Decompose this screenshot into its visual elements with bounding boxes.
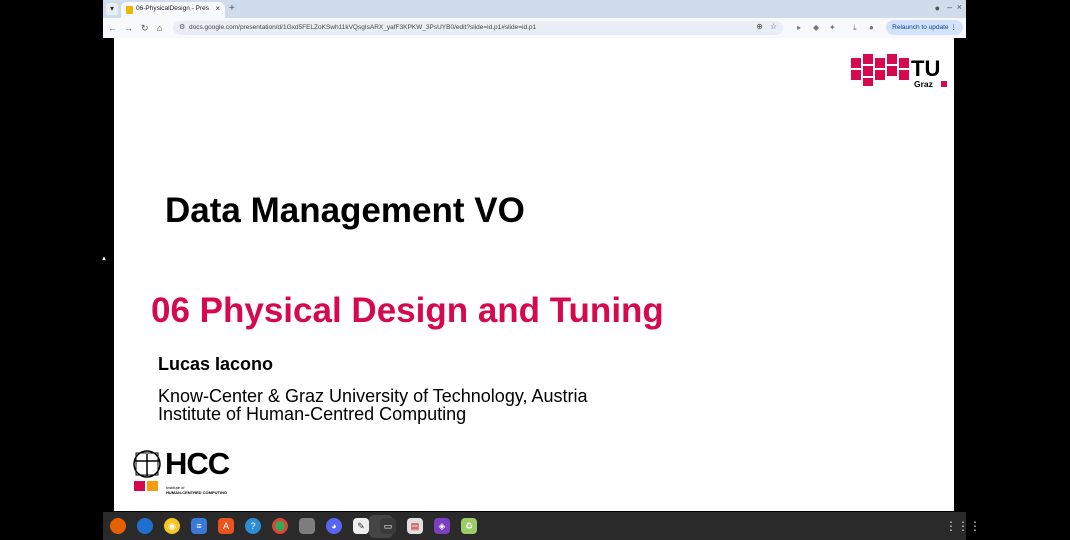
forward-icon[interactable]: →: [124, 22, 133, 34]
window-close-icon[interactable]: ×: [957, 2, 962, 12]
avatar-icon[interactable]: ●: [869, 23, 874, 32]
vitruvian-icon: [133, 450, 161, 491]
hcc-logo: HCC Institute of HUMAN-CENTRED COMPUTING: [132, 446, 242, 496]
url-text: docs.google.com/presentation/d/1Gxd5FELZ…: [189, 24, 537, 31]
tab-bar: ▾ 06-PhysicalDesign - Pres × + ● – ×: [103, 0, 966, 18]
text-editor-icon[interactable]: ✎: [353, 518, 369, 534]
browser-toolbar: ← → ↻ ⌂ ⚙ docs.google.com/presentation/d…: [103, 18, 966, 38]
tab-title: 06-PhysicalDesign - Pres: [136, 5, 209, 12]
taskbar: ◉ ≡ A ? ◕ ✎ ▭ ▤ ◈ ♻ ⋮⋮⋮: [103, 512, 981, 540]
close-tab-icon[interactable]: ×: [215, 4, 220, 13]
minimize-icon[interactable]: –: [947, 2, 952, 12]
trash-icon[interactable]: ♻: [461, 518, 477, 534]
hcc-text: HCC: [165, 446, 230, 481]
relaunch-button[interactable]: Relaunch to update ⋮: [886, 20, 963, 35]
presentation-slide: TU Graz Data Management VO 06 Physical D…: [114, 38, 954, 511]
relaunch-label: Relaunch to update: [892, 24, 949, 31]
home-icon[interactable]: ⌂: [157, 22, 162, 34]
slides-favicon-icon: [126, 6, 133, 14]
new-tab-icon[interactable]: +: [229, 3, 235, 14]
show-apps-icon[interactable]: ⋮⋮⋮: [945, 519, 981, 533]
mouse-cursor-icon: ▲: [101, 256, 107, 262]
browser-tab[interactable]: 06-PhysicalDesign - Pres ×: [121, 2, 225, 18]
extensions-puzzle-icon[interactable]: ✦: [829, 23, 836, 32]
discord-icon[interactable]: ◕: [326, 518, 342, 534]
back-icon[interactable]: ←: [108, 22, 117, 34]
chrome-icon[interactable]: [272, 518, 288, 534]
tu-graz-logo: TU Graz: [851, 54, 947, 89]
browser-window: ▾ 06-PhysicalDesign - Pres × + ● – × ← →…: [103, 0, 966, 38]
tool-icon[interactable]: ◈: [434, 518, 450, 534]
app-center-icon[interactable]: A: [218, 518, 234, 534]
author-name: Lucas Iacono: [158, 354, 274, 374]
terminal-icon[interactable]: ▭: [380, 518, 396, 534]
profile-icon[interactable]: ●: [935, 3, 940, 13]
docs-icon[interactable]: ≡: [191, 518, 207, 534]
files-icon[interactable]: [299, 518, 315, 534]
tu-logo-text: TU: [911, 56, 940, 81]
reload-icon[interactable]: ↻: [141, 22, 149, 34]
firefox-icon[interactable]: [110, 518, 126, 534]
rhythmbox-icon[interactable]: ◉: [164, 518, 180, 534]
slide-subtitle: 06 Physical Design and Tuning: [151, 291, 664, 330]
tu-logo-sub: Graz: [914, 79, 933, 89]
extension-icon[interactable]: ◆: [813, 23, 819, 32]
document-viewer-icon[interactable]: ▤: [407, 518, 423, 534]
download-icon[interactable]: ⤓: [853, 23, 857, 33]
help-icon[interactable]: ?: [245, 518, 261, 534]
affiliation-line-2: Institute of Human-Centred Computing: [158, 404, 467, 424]
extension-icon[interactable]: ▸: [797, 23, 801, 32]
hcc-sub-line2: HUMAN-CENTRED COMPUTING: [166, 490, 228, 495]
slide-title: Data Management VO: [165, 191, 525, 230]
address-bar[interactable]: ⚙ docs.google.com/presentation/d/1Gxd5FE…: [173, 21, 783, 35]
zoom-icon[interactable]: ⊕: [756, 22, 763, 31]
bookmark-star-icon[interactable]: ☆: [770, 22, 777, 31]
tab-search-icon[interactable]: ▾: [106, 3, 118, 15]
site-info-icon[interactable]: ⚙: [179, 23, 185, 31]
thunderbird-icon[interactable]: [137, 518, 153, 534]
